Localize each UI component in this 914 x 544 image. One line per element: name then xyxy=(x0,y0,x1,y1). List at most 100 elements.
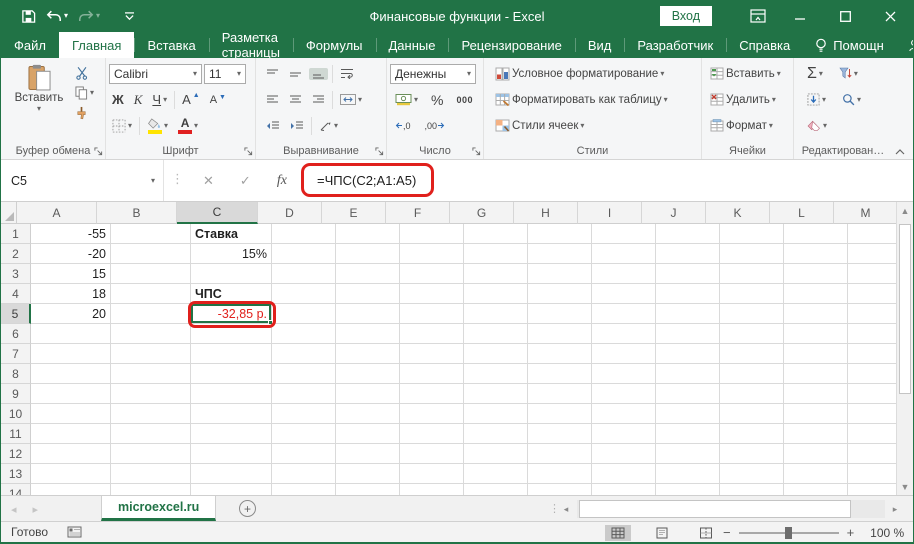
cell-L5[interactable] xyxy=(784,304,848,324)
cell-K12[interactable] xyxy=(720,444,784,464)
cell-E7[interactable] xyxy=(336,344,400,364)
cell-L6[interactable] xyxy=(784,324,848,344)
conditional-formatting-button[interactable]: Условное форматирование▾ xyxy=(492,62,698,85)
cell-E13[interactable] xyxy=(336,464,400,484)
cell-J2[interactable] xyxy=(656,244,720,264)
cell-C11[interactable] xyxy=(191,424,272,444)
row-header-10[interactable]: 10 xyxy=(1,404,31,424)
cell-D6[interactable] xyxy=(272,324,336,344)
save-icon[interactable] xyxy=(21,9,36,24)
cell-J8[interactable] xyxy=(656,364,720,384)
cell-B4[interactable] xyxy=(111,284,191,304)
tab-file[interactable]: Файл xyxy=(1,32,59,58)
number-dialog-launcher-icon[interactable] xyxy=(472,147,481,156)
cell-G12[interactable] xyxy=(464,444,528,464)
cell-A7[interactable] xyxy=(31,344,111,364)
cell-B7[interactable] xyxy=(111,344,191,364)
fill-color-button[interactable]: ▾ xyxy=(144,117,171,135)
row-header-7[interactable]: 7 xyxy=(1,344,31,364)
collapse-ribbon-icon[interactable] xyxy=(895,149,905,155)
cell-F9[interactable] xyxy=(400,384,464,404)
cell-D3[interactable] xyxy=(272,264,336,284)
cell-H14[interactable] xyxy=(528,484,592,495)
column-header-c[interactable]: C xyxy=(177,202,258,224)
cell-G1[interactable] xyxy=(464,224,528,244)
cell-K8[interactable] xyxy=(720,364,784,384)
comma-style-button[interactable]: 000 xyxy=(453,94,476,106)
undo-button[interactable]: ▾ xyxy=(46,10,68,23)
cell-I12[interactable] xyxy=(592,444,656,464)
undo-dropdown-icon[interactable]: ▾ xyxy=(64,12,68,20)
macro-record-button[interactable] xyxy=(67,525,82,538)
shrink-font-button[interactable]: А▼ xyxy=(207,93,229,107)
cell-M10[interactable] xyxy=(848,404,898,424)
cell-I9[interactable] xyxy=(592,384,656,404)
cell-K5[interactable] xyxy=(720,304,784,324)
cell-G10[interactable] xyxy=(464,404,528,424)
wrap-text-button[interactable] xyxy=(337,67,357,80)
cell-L4[interactable] xyxy=(784,284,848,304)
cell-A4[interactable]: 18 xyxy=(31,284,111,304)
align-top-button[interactable] xyxy=(263,68,282,80)
autosum-button[interactable]: Σ▾ xyxy=(804,65,826,83)
align-right-button[interactable] xyxy=(309,94,328,106)
cell-I5[interactable] xyxy=(592,304,656,324)
cell-B10[interactable] xyxy=(111,404,191,424)
font-size-select[interactable]: 11▾ xyxy=(204,64,246,84)
format-as-table-button[interactable]: Форматировать как таблицу▾ xyxy=(492,88,698,111)
cell-E6[interactable] xyxy=(336,324,400,344)
cell-G13[interactable] xyxy=(464,464,528,484)
cell-L8[interactable] xyxy=(784,364,848,384)
zoom-out-button[interactable]: − xyxy=(723,525,731,540)
cell-J13[interactable] xyxy=(656,464,720,484)
format-cells-button[interactable]: Формат▾ xyxy=(707,114,790,137)
cell-G7[interactable] xyxy=(464,344,528,364)
cell-C5[interactable]: -32,85 р. xyxy=(191,304,272,324)
cell-H2[interactable] xyxy=(528,244,592,264)
page-break-view-button[interactable] xyxy=(693,525,719,541)
cell-A6[interactable] xyxy=(31,324,111,344)
cell-D1[interactable] xyxy=(272,224,336,244)
cell-E4[interactable] xyxy=(336,284,400,304)
ribbon-display-options-icon[interactable] xyxy=(738,0,778,32)
cell-K2[interactable] xyxy=(720,244,784,264)
cell-M6[interactable] xyxy=(848,324,898,344)
zoom-slider[interactable] xyxy=(739,532,839,534)
page-layout-view-button[interactable] xyxy=(649,525,675,541)
cell-G11[interactable] xyxy=(464,424,528,444)
cell-L7[interactable] xyxy=(784,344,848,364)
cell-G5[interactable] xyxy=(464,304,528,324)
cell-K14[interactable] xyxy=(720,484,784,495)
cell-C10[interactable] xyxy=(191,404,272,424)
help-assistant-button[interactable]: Помощн xyxy=(803,32,896,58)
orientation-button[interactable]: ▾ xyxy=(316,119,341,133)
cell-H8[interactable] xyxy=(528,364,592,384)
cell-K3[interactable] xyxy=(720,264,784,284)
cell-G2[interactable] xyxy=(464,244,528,264)
row-header-2[interactable]: 2 xyxy=(1,244,31,264)
row-header-6[interactable]: 6 xyxy=(1,324,31,344)
cell-E3[interactable] xyxy=(336,264,400,284)
italic-button[interactable]: К xyxy=(131,91,146,109)
cell-G3[interactable] xyxy=(464,264,528,284)
cell-B9[interactable] xyxy=(111,384,191,404)
cell-M14[interactable] xyxy=(848,484,898,495)
cell-B11[interactable] xyxy=(111,424,191,444)
cell-L11[interactable] xyxy=(784,424,848,444)
cell-I2[interactable] xyxy=(592,244,656,264)
cell-K4[interactable] xyxy=(720,284,784,304)
number-format-select[interactable]: Денежны▾ xyxy=(390,64,476,84)
column-header-j[interactable]: J xyxy=(642,202,706,224)
column-header-l[interactable]: L xyxy=(770,202,834,224)
cell-styles-button[interactable]: Стили ячеек▾ xyxy=(492,114,698,137)
cell-J6[interactable] xyxy=(656,324,720,344)
cell-H6[interactable] xyxy=(528,324,592,344)
cell-E12[interactable] xyxy=(336,444,400,464)
tab-view[interactable]: Вид xyxy=(575,32,625,58)
increase-decimal-button[interactable]: ,0 xyxy=(392,120,414,132)
cell-D4[interactable] xyxy=(272,284,336,304)
clear-button[interactable]: ▾ xyxy=(804,119,830,132)
column-header-e[interactable]: E xyxy=(322,202,386,224)
scroll-up-icon[interactable]: ▲ xyxy=(897,202,913,219)
cell-F2[interactable] xyxy=(400,244,464,264)
